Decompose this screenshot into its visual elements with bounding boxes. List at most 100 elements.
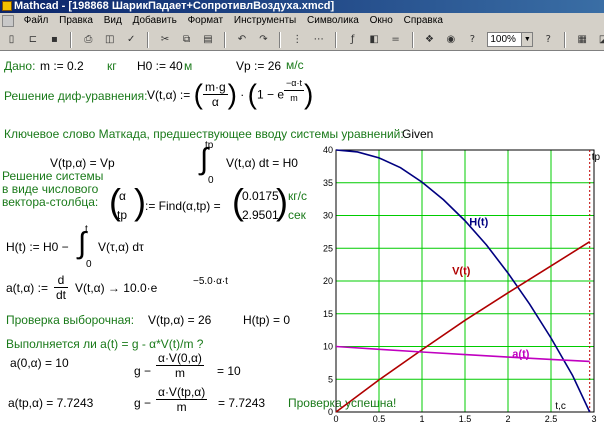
frac1[interactable]: α·V(0,α) m <box>156 351 204 380</box>
m-definition[interactable]: m := 0.2 <box>40 59 84 73</box>
series-label: V(t) <box>452 265 471 277</box>
insert-function-icon[interactable]: ƒ <box>345 32 360 47</box>
x-tick-label: 2 <box>505 414 510 423</box>
cut-icon[interactable]: ✂ <box>158 32 173 47</box>
x-axis-label: t,c <box>555 401 566 412</box>
accel-rhs[interactable]: V(t,α) → 10.0·e <box>75 281 157 295</box>
check-height[interactable]: H(tp) = 0 <box>243 313 290 327</box>
exp-denominator: m <box>290 93 298 103</box>
h-integral-lower: 0 <box>86 259 92 270</box>
print-preview-icon[interactable]: ◫ <box>102 32 117 47</box>
toolbar: ▯ ⊏ ▪ ⎙ ◫ ✓ ✂ ⧉ ▤ ↶ ↷ ⋮ ⋯ ƒ ◧ = ❖ ◉ ? 10… <box>0 29 604 51</box>
redo-icon[interactable]: ↷ <box>256 32 271 47</box>
result-tp: 2.9501 <box>242 208 279 222</box>
menu-bar: Файл Правка Вид Добавить Формат Инструме… <box>0 13 604 29</box>
print-icon[interactable]: ⎙ <box>81 32 96 47</box>
open-folder-icon[interactable]: ⊏ <box>25 32 40 47</box>
graph-toolbar-icon[interactable]: ◪ <box>596 32 604 47</box>
insert-unit-icon[interactable]: ◧ <box>367 32 382 47</box>
chevron-down-icon[interactable]: ▼ <box>521 33 533 46</box>
v-fraction: m·g α <box>202 80 228 109</box>
accel-lhs[interactable]: a(t,α) := <box>6 281 48 295</box>
h0-definition[interactable]: H0 := 40 <box>137 59 183 73</box>
x-tick-label: 0 <box>333 414 338 423</box>
velocity-definition[interactable]: V(t,α) := (m·g α) · (1 − e −α·t m) <box>147 78 313 120</box>
series-line-at <box>335 345 590 363</box>
d-numerator: d <box>54 273 69 288</box>
y-tick-label: 15 <box>323 309 333 319</box>
g-minus-2: g − <box>134 396 152 410</box>
function-plot[interactable]: 0 0.5 1 1.5 2 2.5 30510152025303540tpt,cH(t)V(… <box>318 146 604 423</box>
copy-icon[interactable]: ⧉ <box>179 32 194 47</box>
spell-check-icon[interactable]: ✓ <box>124 32 139 47</box>
save-icon[interactable]: ▪ <box>47 32 62 47</box>
menu-insert[interactable]: Добавить <box>129 13 181 29</box>
y-tick-label: 0 <box>328 407 333 417</box>
menu-edit[interactable]: Правка <box>55 13 97 29</box>
paste-icon[interactable]: ▤ <box>201 32 216 47</box>
worksheet[interactable]: Дано: m := 0.2 кг H0 := 40 м Vp := 26 м/… <box>0 51 604 423</box>
accel-derivative: d dt <box>54 273 69 302</box>
accel-at-zero[interactable]: a(0,α) = 10 <box>10 356 69 370</box>
menu-format[interactable]: Формат <box>184 13 228 29</box>
check-velocity[interactable]: V(tp,α) = 26 <box>148 313 211 327</box>
y-tick-label: 30 <box>323 211 333 221</box>
v-lhs: V(t,α) := <box>147 87 191 102</box>
menu-window[interactable]: Окно <box>366 13 397 29</box>
align-horizontal-icon[interactable]: ⋯ <box>311 32 326 47</box>
frac2-numerator: α·V(tp,α) <box>156 385 208 400</box>
help-book-icon[interactable]: ? <box>541 32 556 47</box>
h0-unit: м <box>184 59 193 73</box>
new-document-icon[interactable]: ▯ <box>4 32 19 47</box>
m-unit: кг <box>107 59 117 73</box>
equation-height[interactable]: V(t,α) dt = H0 <box>226 156 298 170</box>
equation-velocity[interactable]: V(tp,α) = Vp <box>50 156 115 170</box>
v-numerator: m·g <box>202 80 228 95</box>
given-keyword[interactable]: Given <box>402 127 433 141</box>
zoom-select[interactable]: 100% ▼ <box>487 32 534 47</box>
integral-sign: ∫ <box>200 143 209 176</box>
find-call[interactable]: := Find(α,tp) = <box>145 199 221 213</box>
vp-definition[interactable]: Vp := 26 <box>236 59 281 73</box>
res-paren-close: ) <box>276 181 288 222</box>
accel-exponent: −5.0·α·t <box>193 276 228 287</box>
menu-file[interactable]: Файл <box>20 13 53 29</box>
title-bar: Mathcad - [198868 ШарикПадает+СопротивлВ… <box>0 0 604 13</box>
height-function-body[interactable]: V(τ,α) dτ <box>98 240 144 254</box>
given-label: Дано: <box>4 59 36 73</box>
system-label-3: вектора-столбца: <box>2 195 99 209</box>
x-tick-label: 3 <box>591 414 596 423</box>
frac1-denominator: m <box>174 366 185 380</box>
frac2-value: = 7.7243 <box>218 396 266 410</box>
keyword-text: Ключевое слово Маткада, предшествующее в… <box>4 127 404 141</box>
toolbar-separator <box>223 32 226 48</box>
mathcad-app-icon <box>2 1 12 11</box>
menu-symbolics[interactable]: Символика <box>303 13 363 29</box>
menu-tools[interactable]: Инструменты <box>230 13 300 29</box>
accel-at-tp[interactable]: a(tp,α) = 7.7243 <box>8 396 93 410</box>
y-tick-label: 35 <box>323 178 333 188</box>
component-icon[interactable]: ❖ <box>422 32 437 47</box>
frac1-value: = 10 <box>217 364 241 378</box>
solution-label: Решение диф-уравнения: <box>4 89 148 103</box>
help-icon[interactable]: ? <box>465 32 480 47</box>
exp-numerator: −α·t <box>284 76 304 91</box>
v-denominator: α <box>211 95 219 109</box>
toolbar-separator <box>147 32 150 48</box>
h-integral-sign: ∫ <box>78 227 87 260</box>
frac2[interactable]: α·V(tp,α) m <box>156 385 208 414</box>
calculate-icon[interactable]: = <box>388 32 403 47</box>
align-icon[interactable]: ⋮ <box>290 32 305 47</box>
toolbar-separator <box>564 32 567 48</box>
calculator-toolbar-icon[interactable]: ▦ <box>575 32 590 47</box>
resource-icon[interactable]: ◉ <box>443 32 458 47</box>
menu-view[interactable]: Вид <box>100 13 126 29</box>
toolbar-separator <box>334 32 337 48</box>
menu-help[interactable]: Справка <box>400 13 447 29</box>
window-title: Mathcad - [198868 ШарикПадает+СопротивлВ… <box>14 0 335 12</box>
height-function-lhs[interactable]: H(t) := H0 − <box>6 240 69 254</box>
undo-icon[interactable]: ↶ <box>234 32 249 47</box>
paren-close: ) <box>227 78 237 110</box>
document-icon[interactable] <box>2 15 14 27</box>
system-label-2: в виде числового <box>2 182 99 196</box>
